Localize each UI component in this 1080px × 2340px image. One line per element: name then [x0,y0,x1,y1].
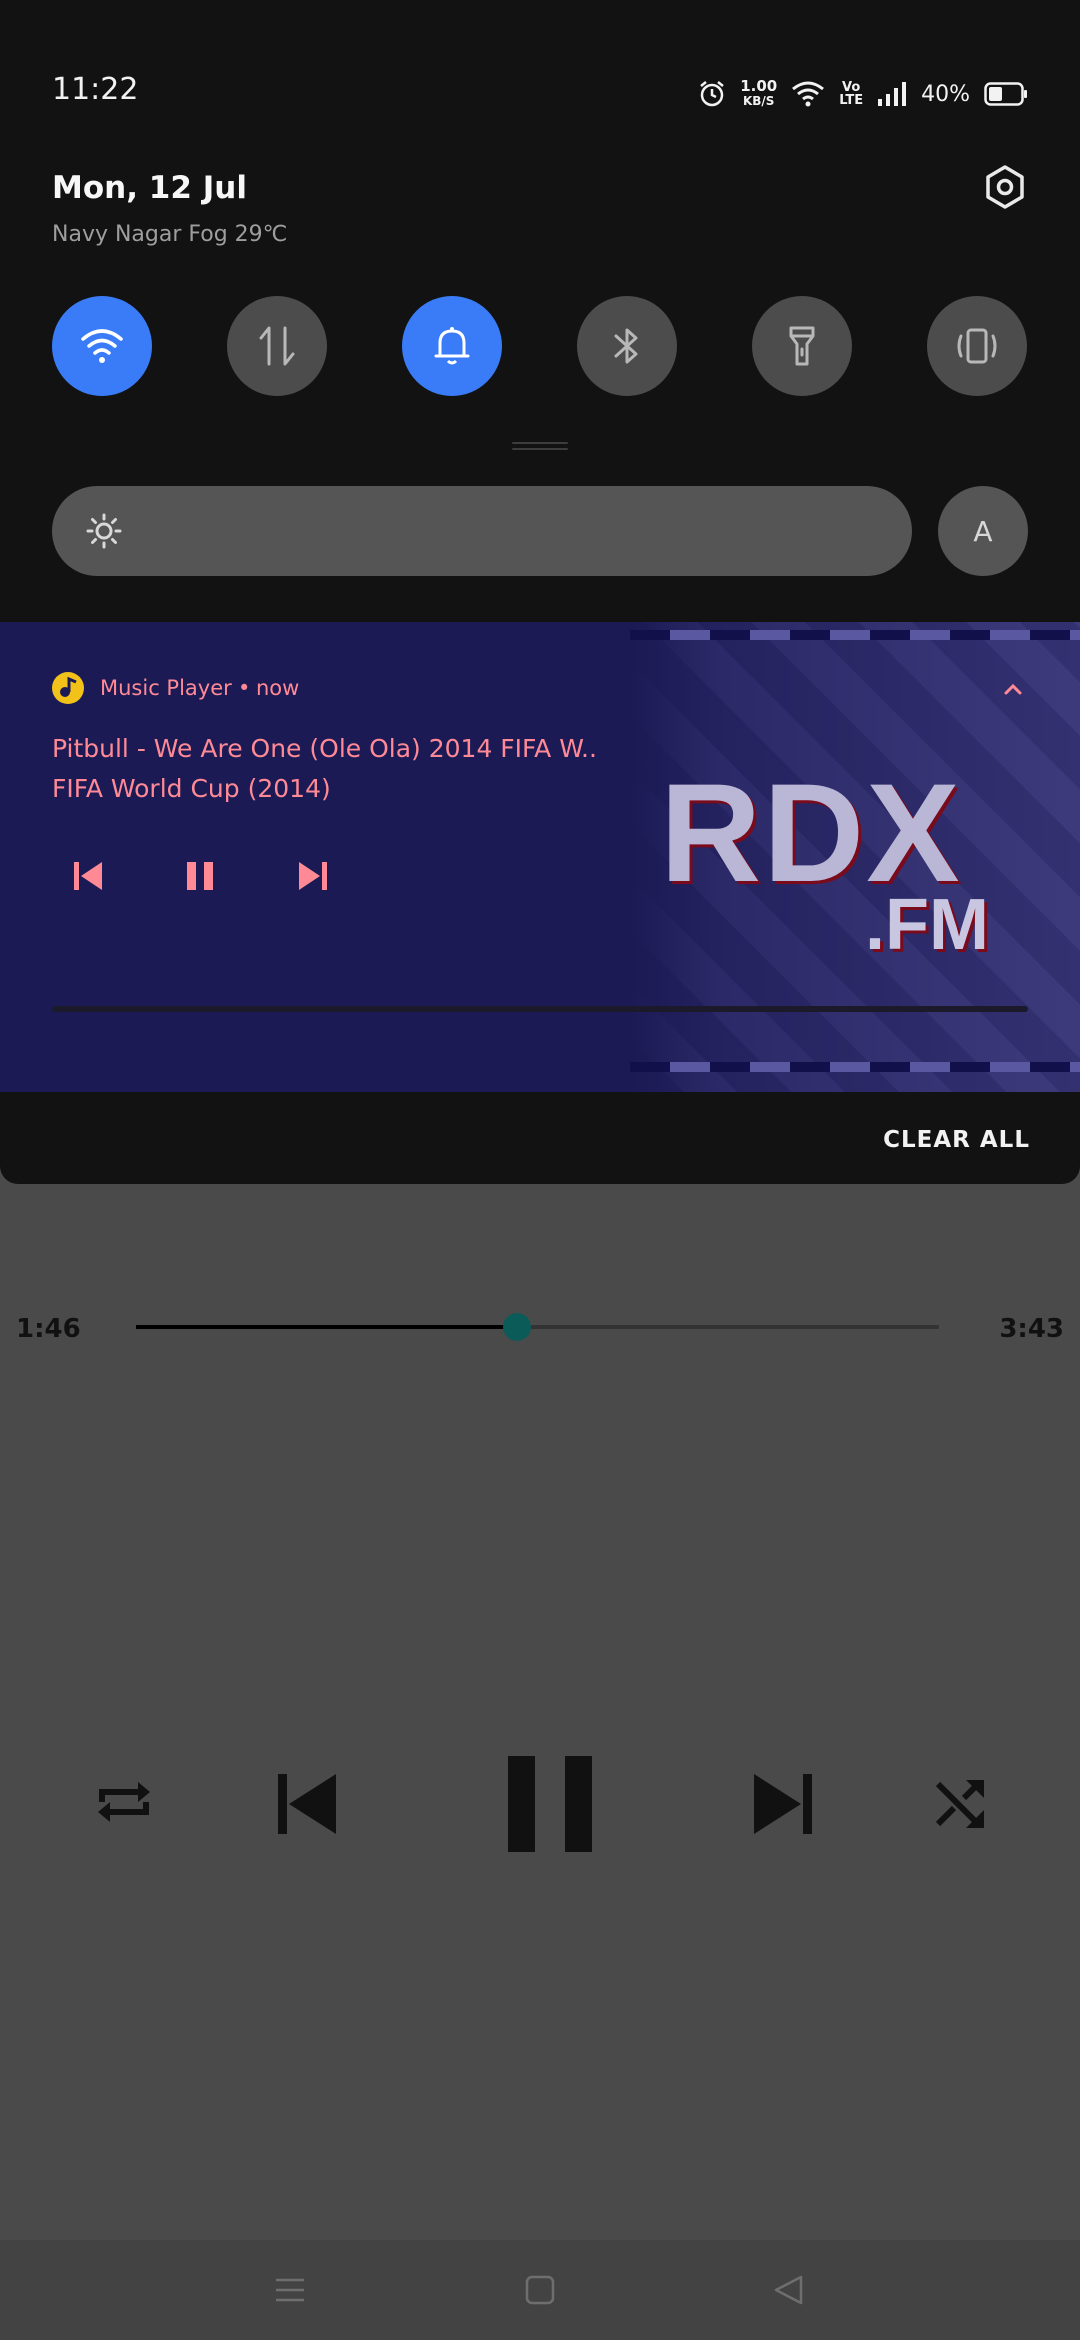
settings-button[interactable] [982,164,1028,210]
date-label: Mon, 12 Jul [52,170,247,206]
seek-bar-thumb[interactable] [503,1313,532,1341]
flashlight-icon [789,326,815,366]
back-triangle-icon [774,2275,803,2305]
tile-bluetooth[interactable] [577,296,677,396]
notification-shade: 11:22 1.00 KB/S Vo LTE 40% Mon, 12 Jul N… [0,0,1080,1184]
shuffle-button[interactable] [924,1768,996,1840]
notif-previous-button[interactable] [66,854,110,898]
tile-vibrate[interactable] [927,296,1027,396]
skip-previous-icon [74,862,102,890]
repeat-icon [98,1782,150,1822]
brightness-slider[interactable] [52,486,912,576]
vibrate-icon [957,328,997,364]
repeat-button[interactable] [88,1766,160,1838]
media-progress-bar[interactable] [52,1006,1028,1012]
shuffle-icon [935,1780,984,1829]
bluetooth-icon [614,328,638,364]
next-button[interactable] [748,1768,820,1840]
skip-next-icon [299,862,327,890]
drag-handle[interactable] [512,442,568,452]
app-name: Music Player [100,676,232,700]
skip-previous-icon [278,1774,336,1834]
tile-mobile-data[interactable] [227,296,327,396]
current-time: 1:46 [16,1314,81,1344]
bell-icon [434,327,470,365]
status-icons: 1.00 KB/S Vo LTE 40% [698,74,1028,114]
chevron-up-icon [1004,683,1022,695]
art-stripe-top [630,630,1080,640]
skip-next-icon [754,1774,812,1834]
song-album: FIFA World Cup (2014) [52,774,331,803]
square-icon [525,2275,555,2305]
brightness-icon [86,513,122,549]
signal-icon [878,82,907,106]
tile-flashlight[interactable] [752,296,852,396]
tile-wifi[interactable] [52,296,152,396]
volte-indicator: Vo LTE [839,81,863,107]
net-speed: 1.00 KB/S [740,79,777,109]
menu-icon [276,2278,304,2302]
song-title: Pitbull - We Are One (Ole Ola) 2014 FIFA… [52,734,597,763]
net-speed-unit: KB/S [742,94,775,108]
play-pause-button[interactable] [504,1754,596,1854]
status-time: 11:22 [52,72,139,107]
collapse-button[interactable] [1002,678,1024,703]
back-button[interactable] [766,2268,810,2312]
clear-all-button[interactable]: CLEAR ALL [883,1127,1030,1153]
volte-bottom: LTE [839,93,864,108]
recents-button[interactable] [268,2268,312,2312]
music-app-icon [52,672,84,704]
auto-brightness-button[interactable]: A [938,486,1028,576]
settings-icon [986,165,1024,209]
tile-sound[interactable] [402,296,502,396]
notif-next-button[interactable] [291,854,335,898]
seek-bar-fill [136,1325,518,1329]
album-art-logo-sub: .FM [865,885,989,965]
notification-time: now [256,676,300,700]
notif-pause-button[interactable] [178,854,222,898]
media-notification[interactable]: RDX .FM Music Player • now Pitbull - We … [0,622,1080,1092]
battery-percent: 40% [921,81,970,107]
battery-icon [984,82,1027,106]
pause-icon [508,1756,592,1852]
music-note-icon [60,676,77,697]
wifi-icon [81,329,123,363]
net-speed-value: 1.00 [740,77,778,95]
previous-button[interactable] [270,1768,342,1840]
home-button[interactable] [518,2268,562,2312]
data-arrows-icon [259,326,295,366]
seek-bar[interactable] [136,1313,939,1341]
total-time: 3:43 [999,1314,1064,1344]
pause-icon [187,862,213,890]
weather-label: Navy Nagar Fog 29℃ [52,222,288,247]
art-stripe-bottom [630,1062,1080,1072]
separator-dot: • [238,676,251,700]
alarm-icon [700,81,724,107]
wifi-status-icon [792,81,825,107]
